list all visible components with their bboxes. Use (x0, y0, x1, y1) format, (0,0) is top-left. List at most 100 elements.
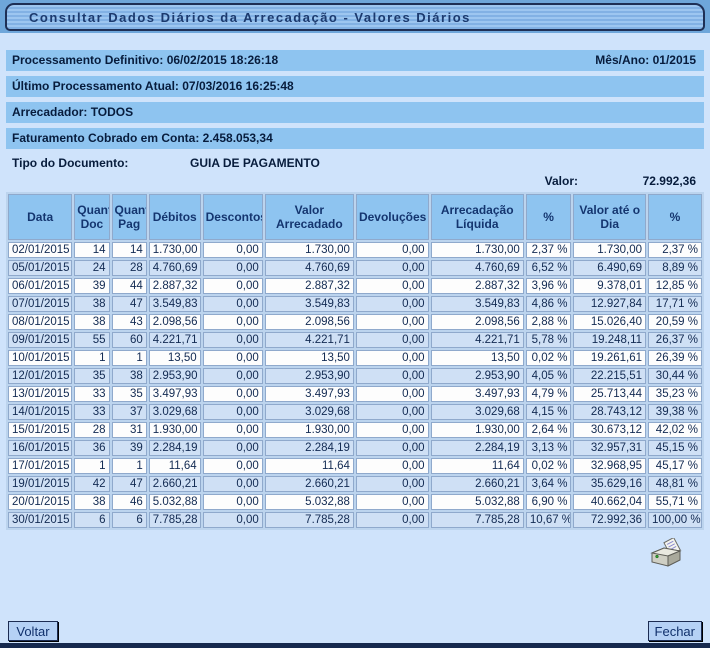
value-cell: 45,15 % (648, 440, 702, 456)
value-cell: 25.713,44 (573, 386, 646, 402)
value-cell: 4.760,69 (265, 260, 354, 276)
table-row: 30/01/2015667.785,280,007.785,280,007.78… (8, 512, 702, 528)
title-band: Consultar Dados Diários da Arrecadação -… (0, 0, 710, 33)
value-cell: 11,64 (149, 458, 201, 474)
value-cell: 4,15 % (526, 404, 572, 420)
value-cell: 4.221,71 (431, 332, 524, 348)
value-cell: 55 (74, 332, 109, 348)
valores-diarios-table: DataQuant DocQuant PagDébitosDescontosVa… (6, 192, 704, 530)
value-cell: 0,00 (356, 242, 429, 258)
value-cell: 38 (74, 314, 109, 330)
value-cell: 2.953,90 (265, 368, 354, 384)
column-header: Descontos (203, 194, 263, 240)
value-cell: 2.953,90 (431, 368, 524, 384)
value-cell: 3.549,83 (431, 296, 524, 312)
value-cell: 0,00 (356, 422, 429, 438)
value-cell: 1 (112, 350, 147, 366)
value-cell: 0,00 (356, 512, 429, 528)
value-cell: 0,00 (356, 476, 429, 492)
printer-icon[interactable] (648, 538, 684, 570)
faturamento-text: Faturamento Cobrado em Conta: 2.458.053,… (12, 128, 273, 149)
column-header: Devoluções (356, 194, 429, 240)
table-row: 16/01/201536392.284,190,002.284,190,002.… (8, 440, 702, 456)
value-cell: 7.785,28 (149, 512, 201, 528)
value-cell: 0,00 (356, 278, 429, 294)
value-cell: 72.992,36 (573, 512, 646, 528)
value-cell: 4,79 % (526, 386, 572, 402)
value-cell: 22.215,51 (573, 368, 646, 384)
value-cell: 1.730,00 (431, 242, 524, 258)
value-cell: 35 (112, 386, 147, 402)
value-cell: 0,02 % (526, 458, 572, 474)
value-cell: 19.248,11 (573, 332, 646, 348)
value-cell: 0,00 (356, 296, 429, 312)
value-cell: 0,00 (356, 440, 429, 456)
value-cell: 37 (112, 404, 147, 420)
table-row: 02/01/201514141.730,000,001.730,000,001.… (8, 242, 702, 258)
date-cell: 16/01/2015 (8, 440, 72, 456)
table-row: 10/01/20151113,500,0013,500,0013,500,02 … (8, 350, 702, 366)
date-cell: 08/01/2015 (8, 314, 72, 330)
value-cell: 0,00 (356, 350, 429, 366)
value-cell: 1 (112, 458, 147, 474)
value-cell: 0,00 (203, 458, 263, 474)
value-cell: 14 (74, 242, 109, 258)
value-cell: 10,67 % (526, 512, 572, 528)
value-cell: 1 (74, 458, 109, 474)
column-header: Quant Pag (112, 194, 147, 240)
value-cell: 1.730,00 (265, 242, 354, 258)
table-row: 07/01/201538473.549,830,003.549,830,003.… (8, 296, 702, 312)
valor-label: Valor: (545, 173, 578, 189)
value-cell: 0,00 (356, 332, 429, 348)
value-cell: 0,00 (203, 242, 263, 258)
value-cell: 35.629,16 (573, 476, 646, 492)
table-row: 05/01/201524284.760,690,004.760,690,004.… (8, 260, 702, 276)
fechar-button[interactable]: Fechar (648, 621, 702, 641)
value-cell: 13,50 (265, 350, 354, 366)
value-cell: 28 (112, 260, 147, 276)
value-cell: 40.662,04 (573, 494, 646, 510)
value-cell: 5.032,88 (149, 494, 201, 510)
value-cell: 0,00 (203, 260, 263, 276)
column-header: Valor até o Dia (573, 194, 646, 240)
voltar-button[interactable]: Voltar (8, 621, 58, 641)
value-cell: 0,00 (203, 296, 263, 312)
value-cell: 20,59 % (648, 314, 702, 330)
valor-row: Valor: 72.992,36 (6, 173, 704, 189)
value-cell: 0,00 (356, 368, 429, 384)
value-cell: 3,64 % (526, 476, 572, 492)
tipo-documento-value: GUIA DE PAGAMENTO (190, 155, 320, 171)
value-cell: 2.098,56 (149, 314, 201, 330)
value-cell: 2.660,21 (431, 476, 524, 492)
value-cell: 3,13 % (526, 440, 572, 456)
valor-value: 72.992,36 (578, 173, 696, 189)
value-cell: 44 (112, 278, 147, 294)
value-cell: 1.730,00 (573, 242, 646, 258)
value-cell: 2.284,19 (149, 440, 201, 456)
value-cell: 35,23 % (648, 386, 702, 402)
value-cell: 26,37 % (648, 332, 702, 348)
value-cell: 42,02 % (648, 422, 702, 438)
processamento-definitivo-text: Processamento Definitivo: 06/02/2015 18:… (12, 50, 278, 71)
column-header: Valor Arrecadado (265, 194, 354, 240)
value-cell: 2.660,21 (149, 476, 201, 492)
arrecadador-text: Arrecadador: TODOS (12, 102, 133, 123)
date-cell: 13/01/2015 (8, 386, 72, 402)
value-cell: 60 (112, 332, 147, 348)
value-cell: 0,00 (356, 494, 429, 510)
table-row: 08/01/201538432.098,560,002.098,560,002.… (8, 314, 702, 330)
value-cell: 12.927,84 (573, 296, 646, 312)
value-cell: 0,00 (203, 332, 263, 348)
value-cell: 43 (112, 314, 147, 330)
value-cell: 0,00 (356, 458, 429, 474)
value-cell: 32.968,95 (573, 458, 646, 474)
value-cell: 35 (74, 368, 109, 384)
value-cell: 55,71 % (648, 494, 702, 510)
column-header: Débitos (149, 194, 201, 240)
value-cell: 32.957,31 (573, 440, 646, 456)
value-cell: 0,00 (203, 440, 263, 456)
value-cell: 39,38 % (648, 404, 702, 420)
value-cell: 13,50 (431, 350, 524, 366)
value-cell: 5,78 % (526, 332, 572, 348)
value-cell: 28.743,12 (573, 404, 646, 420)
